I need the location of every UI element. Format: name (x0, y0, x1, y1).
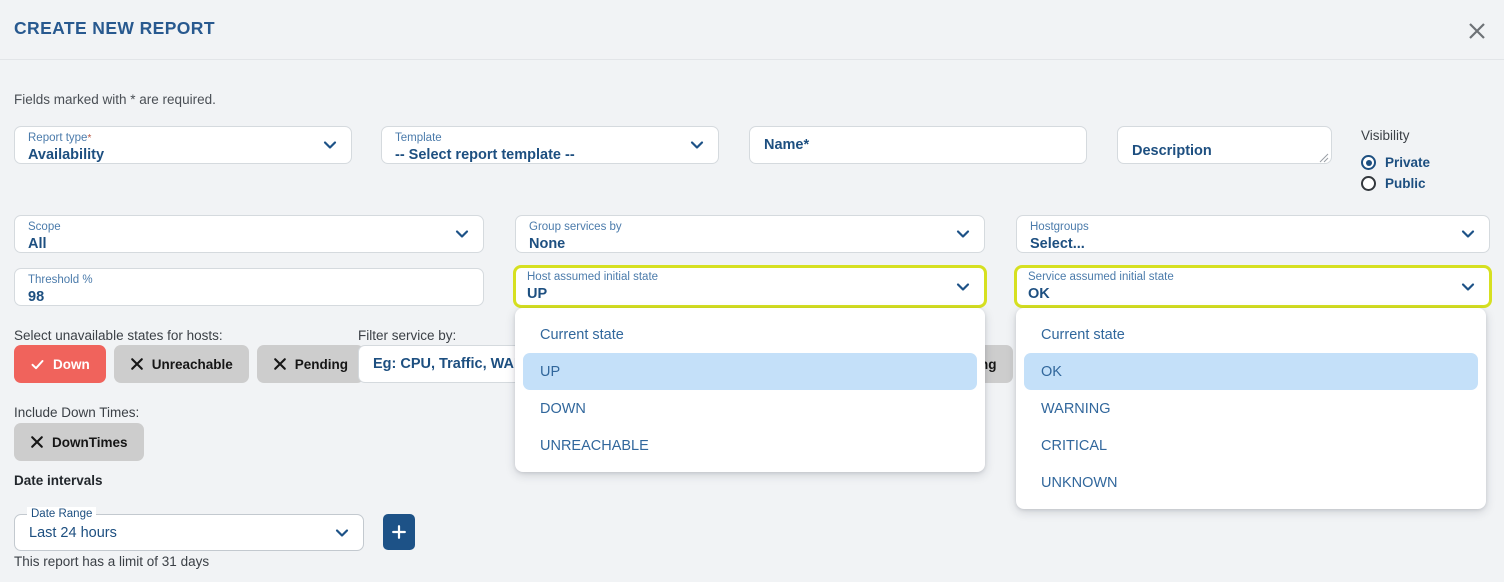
check-icon (31, 359, 44, 369)
create-report-dialog: CREATE NEW REPORT Fields marked with * a… (0, 0, 1504, 582)
downtimes-label: Include Down Times: (14, 405, 140, 420)
service-assumed-initial-state-select[interactable]: Service assumed initial state OK (1014, 265, 1492, 308)
menu-item-label: Current state (540, 326, 624, 343)
radio-unselected-icon (1361, 176, 1376, 191)
group-services-by-value: None (529, 236, 566, 252)
menu-item-unreachable[interactable]: UNREACHABLE (523, 427, 977, 464)
hostgroups-select[interactable]: Hostgroups Select... (1016, 215, 1490, 253)
scope-label: Scope (28, 221, 61, 233)
menu-item-ok[interactable]: OK (1024, 353, 1478, 390)
threshold-field[interactable]: Threshold % 98 (14, 268, 484, 306)
menu-item-label: DOWN (540, 400, 586, 417)
date-range-select[interactable]: Date Range Last 24 hours (14, 507, 364, 551)
chevron-down-icon (321, 136, 339, 154)
template-value: -- Select report template -- (395, 147, 575, 163)
menu-item-down[interactable]: DOWN (523, 390, 977, 427)
chip-pending[interactable]: Pending (256, 345, 365, 383)
visibility-option-public[interactable]: Public (1361, 176, 1426, 191)
date-range-label: Date Range (27, 507, 97, 521)
host-assumed-initial-state-menu: Current state UP DOWN UNREACHABLE (515, 308, 985, 472)
host-assumed-initial-state-value: UP (527, 286, 548, 302)
menu-item-up[interactable]: UP (523, 353, 977, 390)
x-icon (31, 436, 43, 448)
host-states-label: Select unavailable states for hosts: (14, 328, 223, 343)
hostgroups-value: Select... (1030, 236, 1085, 252)
menu-item-warning[interactable]: WARNING (1024, 390, 1478, 427)
menu-item-label: OK (1041, 363, 1062, 380)
hostgroups-label: Hostgroups (1030, 221, 1089, 233)
date-range-value: Last 24 hours (29, 524, 117, 541)
chip-down-label: Down (53, 356, 90, 372)
x-icon (273, 358, 286, 370)
threshold-value: 98 (28, 289, 45, 305)
visibility-option-private[interactable]: Private (1361, 155, 1430, 170)
chevron-down-icon (954, 225, 972, 243)
report-type-select[interactable]: Report type* Availability (14, 126, 352, 164)
scope-select[interactable]: Scope All (14, 215, 484, 253)
menu-item-current-state[interactable]: Current state (1024, 316, 1478, 353)
required-star: * (87, 133, 92, 144)
required-note: Fields marked with * are required. (14, 92, 216, 107)
menu-item-current-state[interactable]: Current state (523, 316, 977, 353)
radio-selected-icon (1361, 155, 1376, 170)
scope-value: All (28, 236, 47, 252)
service-assumed-initial-state-menu: Current state OK WARNING CRITICAL UNKNOW… (1016, 308, 1486, 509)
chevron-down-icon (453, 225, 471, 243)
chip-unreachable-label: Unreachable (151, 356, 233, 372)
menu-item-label: UP (540, 363, 561, 380)
host-assumed-initial-state-label: Host assumed initial state (527, 271, 659, 283)
plus-icon (392, 525, 406, 539)
chevron-down-icon (688, 136, 706, 154)
host-assumed-initial-state-select[interactable]: Host assumed initial state UP (513, 265, 987, 308)
chip-unreachable[interactable]: Unreachable (113, 345, 249, 383)
service-assumed-initial-state-label: Service assumed initial state (1028, 271, 1174, 283)
chevron-down-icon (954, 278, 972, 296)
menu-item-label: CRITICAL (1041, 437, 1108, 454)
chevron-down-icon (333, 524, 351, 542)
menu-item-label: WARNING (1041, 400, 1111, 417)
report-type-label: Report type* (28, 132, 92, 144)
visibility-label: Visibility (1361, 128, 1410, 143)
menu-item-label: UNKNOWN (1041, 474, 1118, 491)
chip-downtimes-label: DownTimes (52, 434, 128, 450)
menu-item-unknown[interactable]: UNKNOWN (1024, 464, 1478, 501)
menu-item-label: UNREACHABLE (540, 437, 649, 454)
description-field[interactable]: Description (1117, 126, 1332, 164)
chip-pending-label: Pending (294, 356, 349, 372)
filter-service-label: Filter service by: (358, 328, 457, 343)
close-icon[interactable] (1464, 18, 1490, 44)
template-label: Template (395, 132, 442, 144)
chevron-down-icon (1459, 278, 1477, 296)
report-type-value: Availability (28, 147, 105, 163)
menu-item-label: Current state (1041, 326, 1125, 343)
host-states-chip-group: Down Unreachable Pending (14, 345, 365, 383)
description-placeholder: Description (1132, 143, 1212, 159)
chip-downtimes[interactable]: DownTimes (14, 423, 144, 461)
resize-handle-icon[interactable] (1318, 150, 1329, 163)
add-date-interval-button[interactable] (383, 514, 415, 550)
group-services-by-label: Group services by (529, 221, 622, 233)
threshold-label: Threshold % (28, 274, 93, 286)
date-intervals-heading: Date intervals (14, 473, 103, 488)
name-placeholder: Name* (764, 137, 810, 153)
visibility-public-label: Public (1385, 176, 1426, 191)
group-services-by-select[interactable]: Group services by None (515, 215, 985, 253)
service-assumed-initial-state-value: OK (1028, 286, 1050, 302)
template-select[interactable]: Template -- Select report template -- (381, 126, 719, 164)
menu-item-critical[interactable]: CRITICAL (1024, 427, 1478, 464)
visibility-private-label: Private (1385, 155, 1431, 170)
chip-down[interactable]: Down (14, 345, 106, 383)
x-icon (130, 358, 143, 370)
chevron-down-icon (1459, 225, 1477, 243)
filter-service-placeholder: Eg: CPU, Traffic, WAN (373, 356, 525, 372)
name-field[interactable]: Name* (749, 126, 1087, 164)
report-limit-note: This report has a limit of 31 days (14, 554, 210, 569)
page-title: CREATE NEW REPORT (14, 18, 215, 38)
dialog-header: CREATE NEW REPORT (0, 0, 1504, 60)
